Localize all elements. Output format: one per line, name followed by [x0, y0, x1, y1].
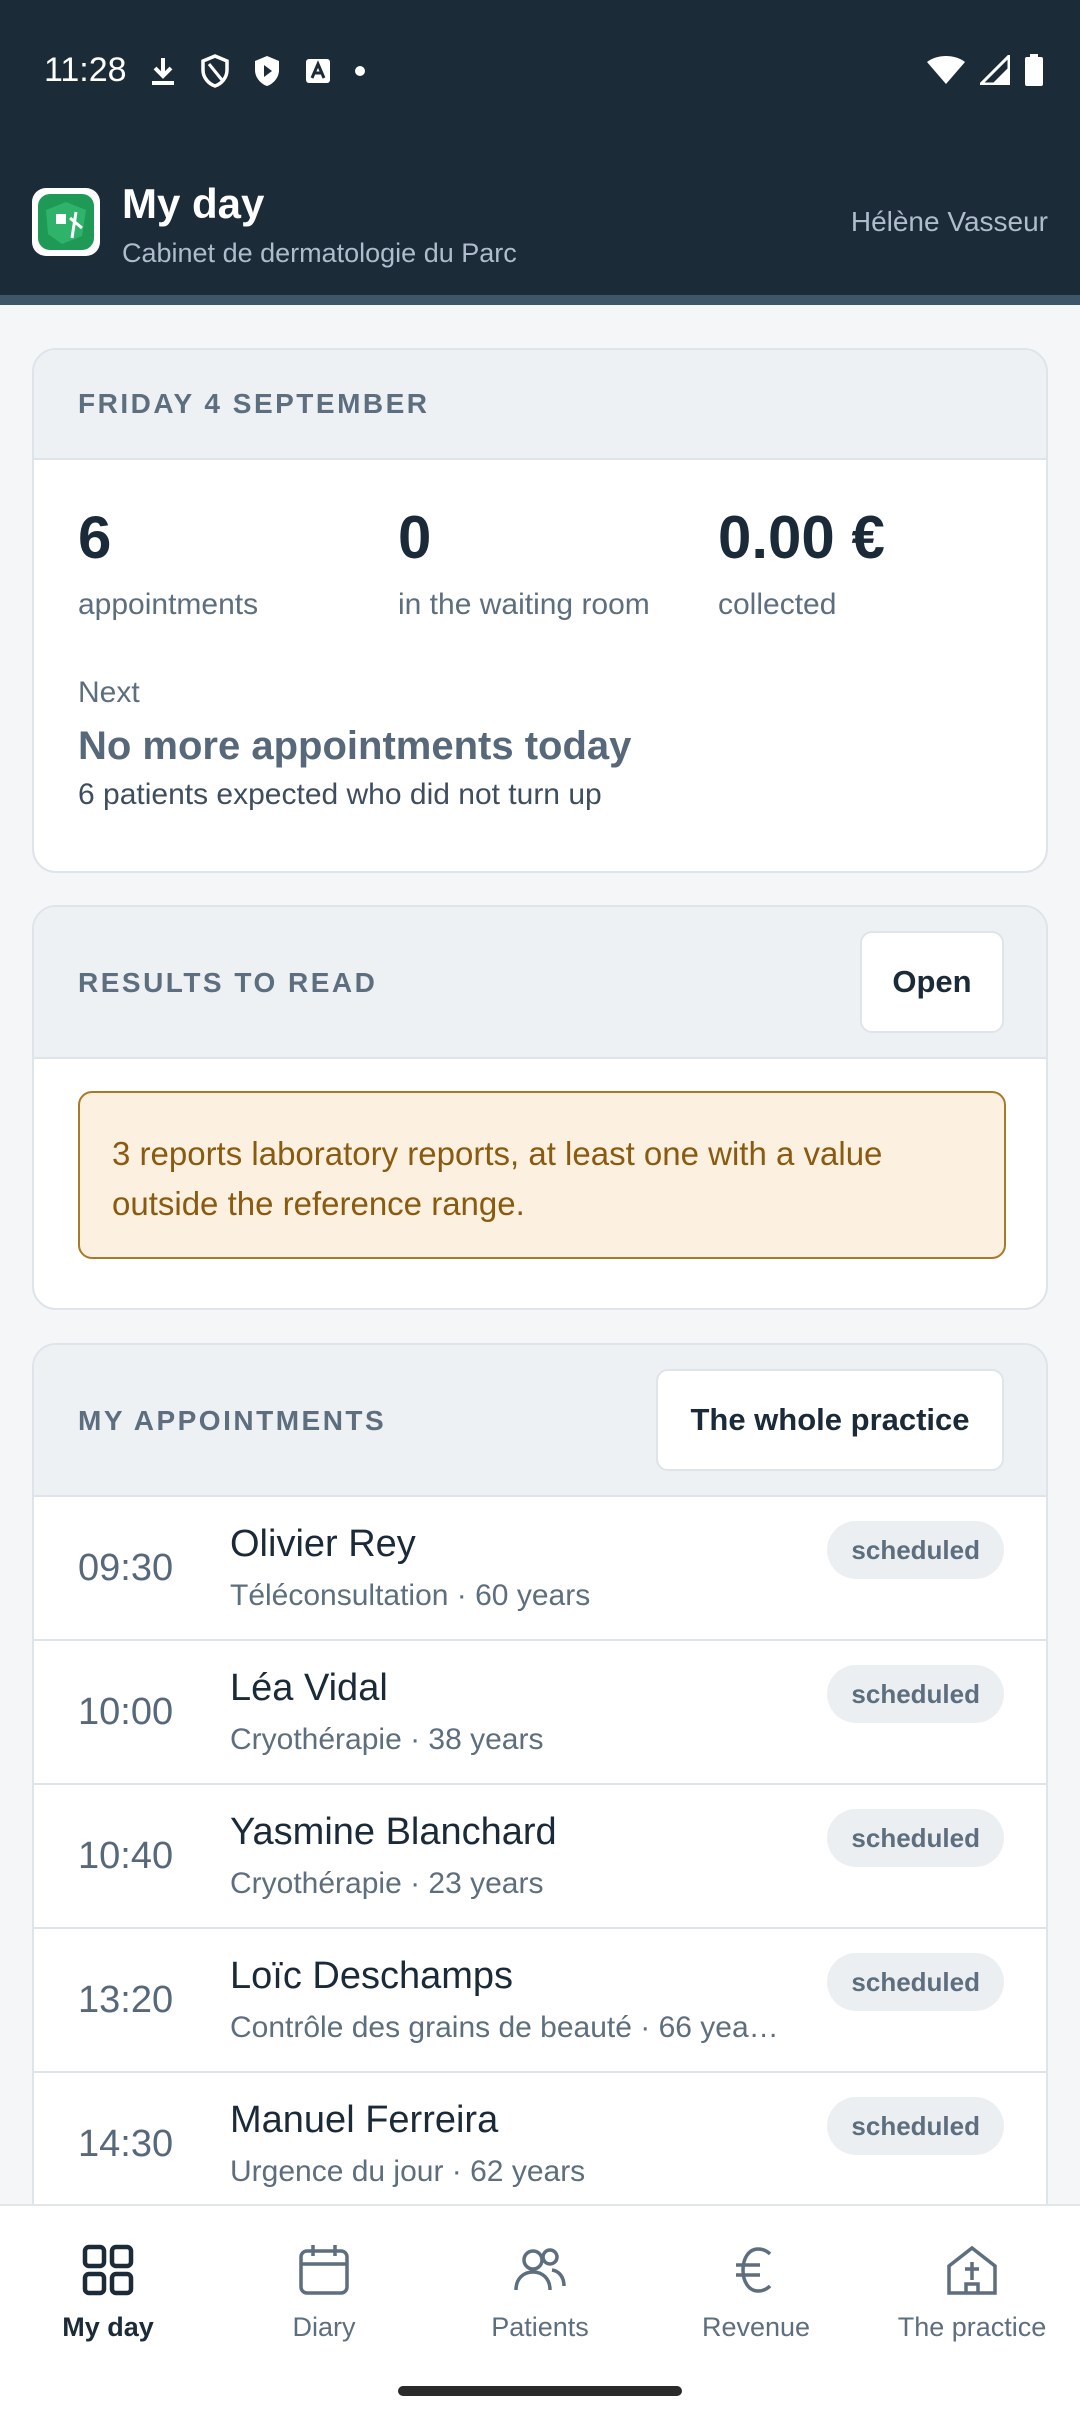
stat-collected: 0.00 € collected: [718, 508, 885, 622]
wifi-icon: [926, 55, 966, 85]
practice-name: Cabinet de dermatologie du Parc: [122, 238, 517, 268]
page-title: My day: [122, 180, 265, 227]
nav-my-day[interactable]: My day: [0, 2242, 216, 2352]
day-card-header: FRIDAY 4 SEPTEMBER: [34, 350, 1046, 460]
patient-name: Loïc Deschamps: [230, 1955, 514, 1997]
appointment-row[interactable]: 10:40 Yasmine Blanchard Cryothérapie · 2…: [34, 1785, 1046, 1929]
status-badge: scheduled: [827, 2097, 1004, 2155]
open-results-button[interactable]: Open: [860, 931, 1004, 1033]
nav-label: Patients: [491, 2312, 589, 2342]
stat-waiting-room: 0 in the waiting room: [398, 508, 650, 622]
stat-value: 6: [78, 504, 112, 571]
results-card: RESULTS TO READ Open 3 reports laborator…: [32, 905, 1048, 1310]
status-badge: scheduled: [827, 1665, 1004, 1723]
user-name[interactable]: Hélène Vasseur: [851, 206, 1048, 238]
lab-results-alert[interactable]: 3 reports laboratory reports, at least o…: [78, 1091, 1006, 1259]
results-card-header: RESULTS TO READ Open: [34, 907, 1046, 1059]
nav-patients[interactable]: Patients: [432, 2242, 648, 2352]
appointment-row[interactable]: 10:00 Léa Vidal Cryothérapie · 38 years …: [34, 1641, 1046, 1785]
people-icon: [432, 2242, 648, 2298]
appointment-row[interactable]: 13:20 Loïc Deschamps Contrôle des grains…: [34, 1929, 1046, 2073]
shield-outline-icon: [200, 54, 230, 88]
appointment-detail: Téléconsultation · 60 years: [230, 1579, 591, 1612]
appointment-detail: Cryothérapie · 38 years: [230, 1723, 544, 1756]
patient-name: Manuel Ferreira: [230, 2099, 499, 2141]
battery-icon: [1024, 54, 1044, 86]
app-logo: [32, 188, 100, 256]
patient-name: Olivier Rey: [230, 1523, 416, 1565]
appointment-time: 10:00: [78, 1691, 174, 1733]
appointments-card-header: MY APPOINTMENTS The whole practice: [34, 1345, 1046, 1497]
nav-practice[interactable]: The practice: [864, 2242, 1080, 2352]
stat-value: 0.00 €: [718, 504, 885, 571]
nav-label: Diary: [292, 2312, 356, 2342]
day-summary-card: FRIDAY 4 SEPTEMBER 6 appointments 0 in t…: [32, 348, 1048, 873]
home-indicator[interactable]: [398, 2386, 682, 2396]
stat-label: collected: [718, 588, 837, 621]
nav-label: The practice: [897, 2312, 1047, 2342]
stat-label: appointments: [78, 588, 259, 621]
patient-name: Léa Vidal: [230, 1667, 388, 1709]
results-heading: RESULTS TO READ: [78, 967, 378, 998]
calendar-icon: [216, 2242, 432, 2298]
appointments-heading: MY APPOINTMENTS: [78, 1405, 387, 1436]
app-bar: My day Cabinet de dermatologie du Parc H…: [32, 180, 1048, 276]
appointment-row[interactable]: 09:30 Olivier Rey Téléconsultation · 60 …: [34, 1497, 1046, 1641]
dot-icon: [354, 65, 366, 77]
nav-diary[interactable]: Diary: [216, 2242, 432, 2352]
stat-label: in the waiting room: [398, 588, 650, 621]
next-label: Next: [78, 676, 140, 709]
appointment-detail: Cryothérapie · 23 years: [230, 1867, 544, 1900]
stat-value: 0: [398, 504, 432, 571]
shield-play-icon: [252, 54, 282, 88]
nav-label: Revenue: [701, 2312, 811, 2342]
appointment-time: 09:30: [78, 1547, 174, 1589]
appointment-time: 14:30: [78, 2123, 174, 2165]
header-accent-bar: [0, 295, 1080, 305]
status-badge: scheduled: [827, 1953, 1004, 2011]
next-appointment-subtitle: 6 patients expected who did not turn up: [78, 778, 602, 811]
patient-name: Yasmine Blanchard: [230, 1811, 557, 1853]
day-heading: FRIDAY 4 SEPTEMBER: [78, 388, 430, 419]
nav-label: My day: [62, 2312, 154, 2342]
keyboard-a-icon: [304, 57, 332, 85]
appointment-time: 13:20: [78, 1979, 174, 2021]
appointment-detail: Contrôle des grains de beauté · 66 yea…: [230, 2011, 779, 2044]
appointment-time: 10:40: [78, 1835, 174, 1877]
whole-practice-button[interactable]: The whole practice: [656, 1369, 1004, 1471]
grid-icon: [0, 2242, 216, 2298]
status-badge: scheduled: [827, 1809, 1004, 1867]
nav-revenue[interactable]: Revenue: [648, 2242, 864, 2352]
practice-icon: [864, 2242, 1080, 2298]
cell-signal-icon: [980, 55, 1010, 85]
appointment-detail: Urgence du jour · 62 years: [230, 2155, 586, 2188]
status-bar: 11:28: [0, 48, 1080, 92]
next-appointment-title: No more appointments today: [78, 724, 632, 768]
download-icon: [148, 55, 178, 87]
appointment-row[interactable]: 14:30 Manuel Ferreira Urgence du jour · …: [34, 2073, 1046, 2217]
stat-appointments: 6 appointments: [78, 508, 258, 622]
status-time: 11:28: [44, 51, 127, 89]
status-badge: scheduled: [827, 1521, 1004, 1579]
euro-icon: [648, 2242, 864, 2298]
app-header: 11:28 My day Cabinet de dermatologie du …: [0, 0, 1080, 305]
